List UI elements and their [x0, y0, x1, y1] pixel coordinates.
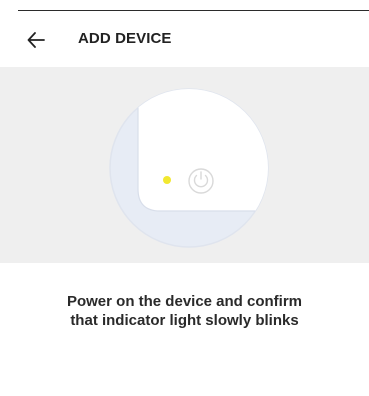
arrow-left-icon [27, 32, 45, 48]
instruction-line-1: Power on the device and confirm [66, 293, 303, 310]
device-illustration-panel [0, 67, 369, 263]
indicator-light [163, 176, 171, 184]
app-bar: ADD DEVICE [0, 12, 369, 67]
device-illustration [109, 88, 269, 248]
back-button[interactable] [22, 28, 50, 52]
instruction-line-2: that indicator light slowly blinks [70, 312, 299, 329]
instruction-text: Power on the device and confirm that ind… [0, 292, 369, 330]
page-title: ADD DEVICE [78, 30, 172, 47]
status-bar-divider [0, 0, 369, 12]
